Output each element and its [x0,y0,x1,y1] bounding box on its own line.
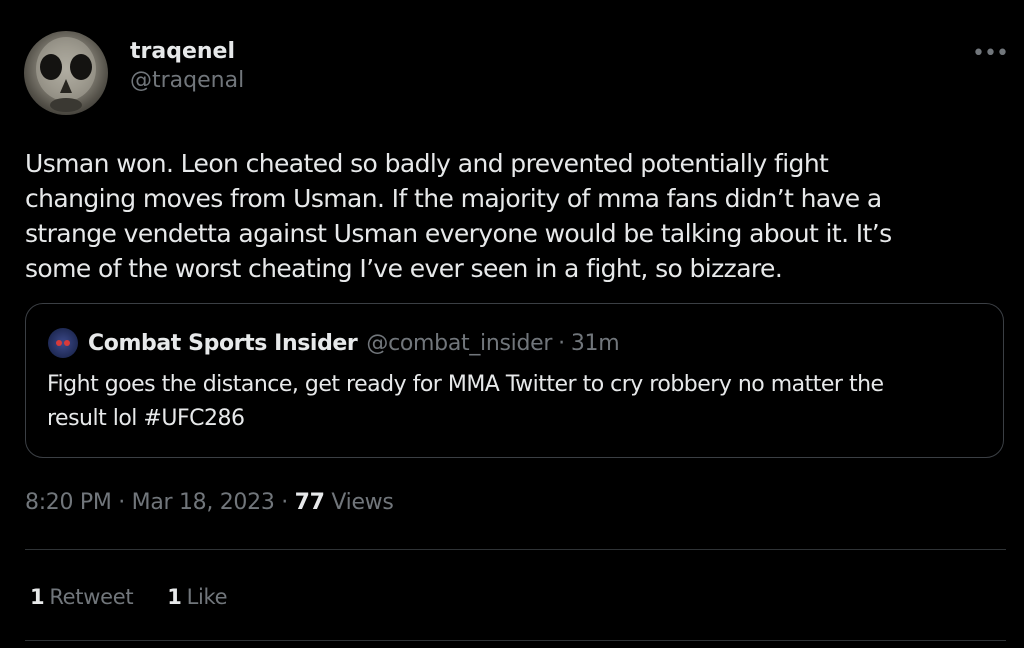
tweet: traqenel @traqenal ••• Usman won. Leon c… [0,0,1024,648]
likes-stat[interactable]: 1 Like [167,582,227,612]
likes-count: 1 [167,585,182,609]
tweet-stats: 1 Retweet 1 Like [30,582,228,612]
more-options-button[interactable]: ••• [970,42,1010,66]
avatar-eye-right [64,340,70,346]
tweet-text-line: strange vendetta against Usman everyone … [25,219,892,248]
separator-dot: · [118,490,125,515]
divider [25,640,1006,641]
quoted-tweet-text-line: Fight goes the distance, get ready for M… [47,372,884,397]
quoted-author-handle[interactable]: @combat_insider [366,331,552,356]
quoted-author-display-name[interactable]: Combat Sports Insider [88,331,358,356]
quoted-tweet[interactable]: Combat Sports Insider @combat_insider · … [25,303,1004,458]
retweets-count: 1 [30,585,45,609]
divider [25,549,1006,550]
tweet-text-line: changing moves from Usman. If the majori… [25,184,882,213]
more-horizontal-icon: ••• [972,41,1009,66]
likes-label: Like [186,585,228,609]
retweets-stat[interactable]: 1 Retweet [30,582,134,612]
tweet-time[interactable]: 8:20 PM [25,490,112,515]
quoted-tweet-time[interactable]: 31m [571,331,620,356]
avatar-eye-left [56,340,62,346]
views-count: 77 [294,490,325,515]
views-label: Views [331,490,394,515]
quoted-tweet-text-line: result lol #UFC286 [47,406,245,431]
tweet-meta: 8:20 PM · Mar 18, 2023 · 77 Views [25,488,394,518]
quoted-tweet-text: Fight goes the distance, get ready for M… [47,368,987,436]
author-handle[interactable]: @traqenal [130,66,244,96]
author-avatar[interactable] [24,31,108,115]
tweet-date[interactable]: Mar 18, 2023 [132,490,275,515]
tweet-text: Usman won. Leon cheated so badly and pre… [25,146,1005,286]
tweet-text-line: some of the worst cheating I’ve ever see… [25,254,783,283]
separator-dot: · [558,330,565,356]
avatar-image [36,37,96,112]
quoted-tweet-header: Combat Sports Insider @combat_insider · … [48,328,620,358]
retweets-label: Retweet [49,585,134,609]
quoted-author-avatar[interactable] [48,328,78,358]
author-names[interactable]: traqenel @traqenal [130,38,244,96]
author-display-name[interactable]: traqenel [130,38,244,66]
separator-dot: · [281,490,288,515]
tweet-text-line: Usman won. Leon cheated so badly and pre… [25,149,829,178]
